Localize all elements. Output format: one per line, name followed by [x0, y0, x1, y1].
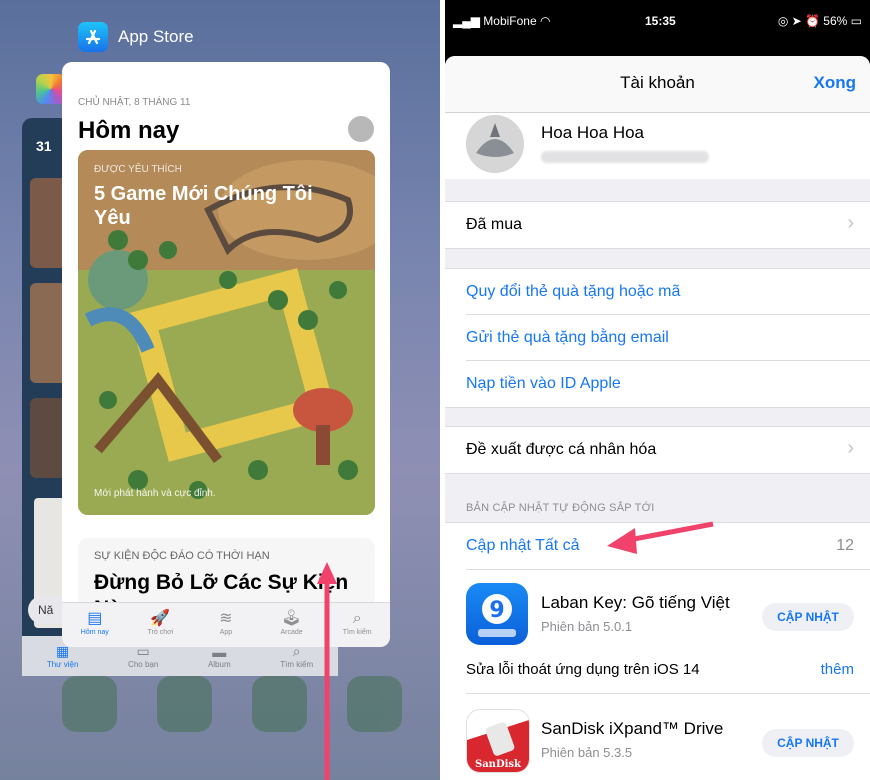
story-subtitle: Mới phát hành và cực đỉnh.	[94, 488, 216, 499]
clock: 15:35	[645, 14, 676, 28]
featured-story-card[interactable]: ĐƯỢC YÊU THÍCH 5 Game Mới Chúng Tôi Yêu …	[78, 150, 375, 515]
tab-apps[interactable]: ≋ App	[193, 603, 259, 647]
done-button[interactable]: Xong	[814, 73, 857, 93]
personalized-row[interactable]: Đề xuất được cá nhân hóa ›	[445, 426, 870, 474]
app-store-label: App Store	[78, 22, 194, 52]
update-count: 12	[836, 537, 854, 554]
rocket-icon: 🚀	[150, 610, 171, 627]
app-name: SanDisk iXpand™ Drive	[541, 719, 724, 738]
divider	[466, 569, 870, 570]
tab-games[interactable]: 🚀 Trò chơi	[128, 603, 194, 647]
story-kicker: ĐƯỢC YÊU THÍCH	[94, 164, 182, 175]
tab-bar: ▤ Hôm nay 🚀 Trò chơi ≋ App 🕹 Arcade ⌕ Tìm kiế…	[62, 602, 390, 647]
laban-key-app-icon: 9	[466, 583, 528, 645]
status-bar: ▂▄▆ MobiFone ◠ 15:35 ◎ ➤ ⏰ 56% ▭	[445, 0, 870, 40]
tab-arcade[interactable]: 🕹 Arcade	[259, 603, 325, 647]
svg-text:9: 9	[489, 598, 504, 623]
account-sheet: Tài khoản Xong Hoa Hoa Hoa Đã mua › Quy …	[445, 56, 870, 780]
redeem-gift-link[interactable]: Quy đổi thẻ quà tặng hoặc mã	[466, 283, 680, 301]
app-store-icon	[78, 22, 108, 52]
svg-text:SanDisk: SanDisk	[475, 759, 522, 770]
profile-name: Hoa Hoa Hoa	[541, 123, 645, 142]
divider	[466, 693, 870, 694]
chevron-right-icon: ›	[847, 212, 854, 234]
update-button[interactable]: CẬP NHẬT	[762, 729, 854, 757]
app-switcher: 31 Nă ▦ Thư viện ▭ Cho bạn ▬ Album ⌕ Tìm kiế…	[0, 0, 440, 780]
story-title: 5 Game Mới Chúng Tôi Yêu	[94, 183, 313, 229]
event-kicker: SỰ KIỆN ĐỘC ĐÁO CÓ THỜI HẠN	[94, 550, 270, 562]
tab-today[interactable]: ▤ Hôm nay	[62, 603, 128, 647]
bg-tab: ▬ Album	[207, 643, 231, 669]
profile-row[interactable]: Hoa Hoa Hoa	[445, 113, 870, 179]
app-version: Phiên bản 5.3.5	[541, 745, 633, 760]
swipe-up-arrow-icon	[317, 562, 337, 780]
chevron-right-icon: ›	[847, 437, 854, 459]
gift-links-group: Quy đổi thẻ quà tặng hoặc mã Gửi thẻ quà…	[445, 268, 870, 408]
send-gift-link[interactable]: Gửi thẻ quà tặng bằng email	[466, 329, 669, 347]
carrier-label: ▂▄▆ MobiFone ◠	[453, 14, 551, 28]
app-version: Phiên bản 5.0.1	[541, 619, 633, 634]
more-link[interactable]: thêm	[821, 661, 854, 678]
purchased-row[interactable]: Đã mua ›	[445, 201, 870, 249]
dock-blur	[62, 676, 402, 746]
personalized-label: Đề xuất được cá nhân hóa	[466, 441, 657, 458]
profile-avatar	[466, 115, 524, 173]
updates-section-header: BẢN CẬP NHẬT TỰ ĐỘNG SẮP TỚI	[466, 502, 655, 514]
shark-avatar-icon	[466, 115, 524, 173]
divider	[466, 360, 870, 361]
release-notes: Sửa lỗi thoát ứng dụng trên iOS 14	[466, 661, 700, 678]
date-label: CHỦ NHẬT, 8 THÁNG 11	[78, 97, 191, 108]
nav-title: Tài khoản	[620, 73, 695, 92]
app-name: Laban Key: Gõ tiếng Việt	[541, 593, 730, 612]
update-all-button[interactable]: Cập nhật Tất cả	[466, 537, 580, 555]
calendar-number: 31	[36, 138, 52, 154]
stack-icon: ≋	[219, 610, 233, 627]
sandisk-logo-icon: SanDisk	[467, 720, 529, 772]
profile-email-blurred	[541, 151, 709, 163]
purchased-label: Đã mua	[466, 216, 523, 233]
updates-group: Cập nhật Tất cả 12 9 Laban Key: Gõ tiếng…	[445, 522, 870, 780]
battery-label: ◎ ➤ ⏰ 56% ▭	[777, 14, 862, 28]
divider	[466, 314, 870, 315]
app-store-card[interactable]: CHỦ NHẬT, 8 THÁNG 11 Hôm nay ĐƯỢC YÊU TH…	[62, 62, 390, 647]
pointer-arrow-icon	[607, 521, 714, 554]
joystick-icon: 🕹	[281, 610, 302, 627]
page-title: Hôm nay	[78, 117, 180, 144]
update-button[interactable]: CẬP NHẬT	[762, 603, 854, 631]
nav-bar: Tài khoản Xong	[445, 56, 870, 113]
today-icon: ▤	[87, 610, 103, 627]
add-funds-link[interactable]: Nạp tiền vào ID Apple	[466, 375, 621, 393]
account-avatar[interactable]	[348, 116, 374, 142]
sandisk-app-icon: SanDisk	[466, 709, 530, 773]
account-screen: ▂▄▆ MobiFone ◠ 15:35 ◎ ➤ ⏰ 56% ▭ Tài kho…	[445, 0, 870, 780]
laban-logo-icon: 9	[478, 594, 516, 637]
